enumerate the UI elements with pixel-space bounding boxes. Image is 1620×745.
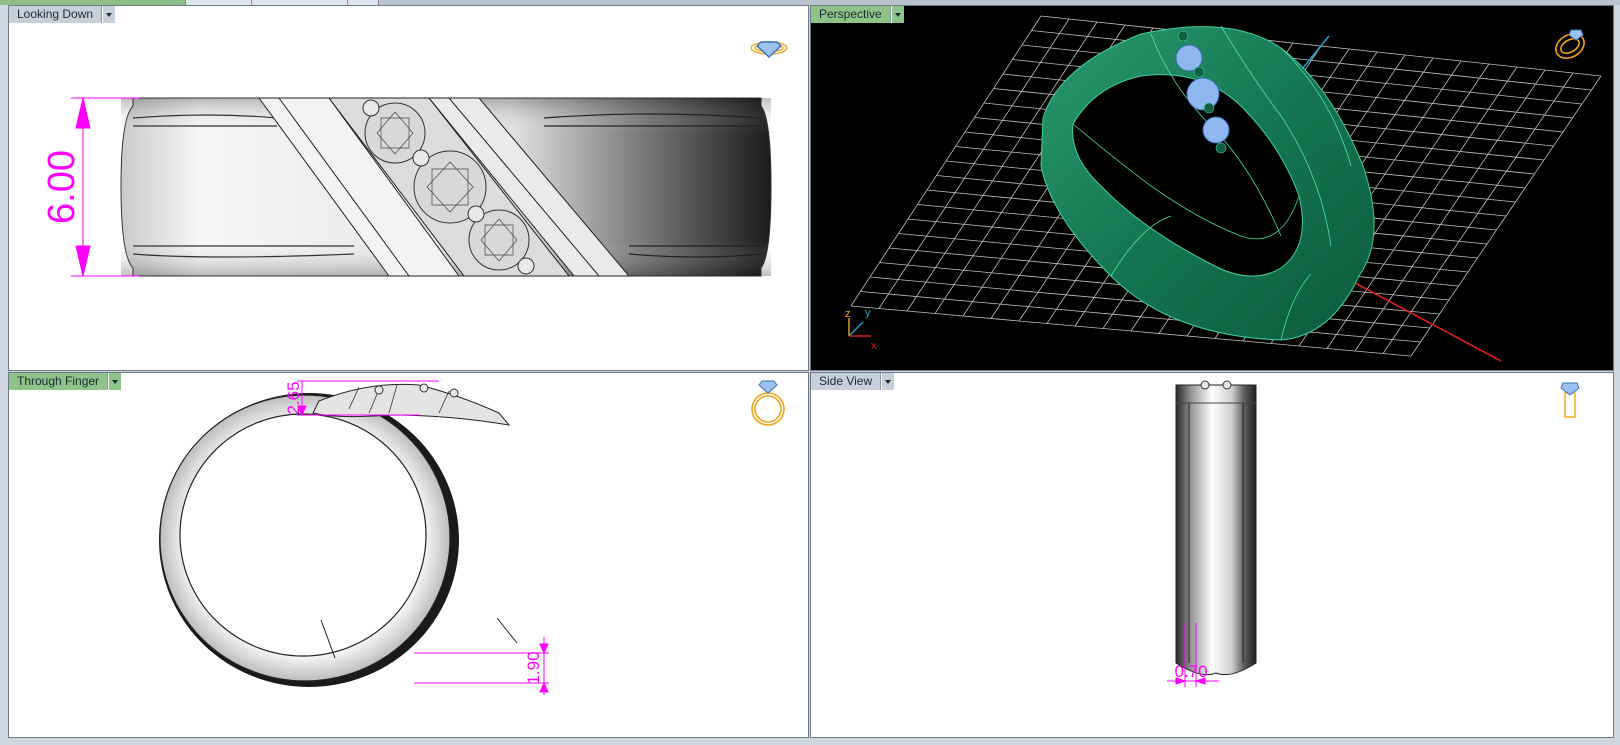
- viewport-menu-dropdown[interactable]: [108, 373, 122, 390]
- viewport-label-looking-down[interactable]: Looking Down: [9, 6, 116, 23]
- grid-line: [1354, 69, 1546, 352]
- ring-side-view-icon[interactable]: [1560, 382, 1580, 418]
- viewport-label-perspective[interactable]: Perspective: [811, 6, 904, 23]
- viewport-title: Looking Down: [9, 6, 103, 23]
- viewport-title: Through Finger: [9, 373, 109, 390]
- viewport-side-view[interactable]: Side View 0.70: [810, 372, 1614, 738]
- viewport-looking-down[interactable]: Looking Down 6.00: [8, 5, 809, 371]
- viewport-title: Side View: [811, 373, 882, 390]
- viewport-perspective[interactable]: Perspective z y x: [810, 5, 1614, 371]
- viewport-title: Perspective: [811, 6, 891, 23]
- viewport-label-through-finger[interactable]: Through Finger: [9, 373, 122, 390]
- dimension-width-value: 6.00: [41, 150, 83, 224]
- axis-y-label: y: [865, 307, 871, 319]
- grid-line: [1382, 72, 1574, 354]
- grid-line: [1410, 75, 1602, 357]
- axis-x-label: x: [871, 340, 877, 352]
- viewport-label-side-view[interactable]: Side View: [811, 373, 895, 390]
- axis-gizmo: z y x: [845, 307, 877, 352]
- dimension-top-thickness-value: 2.65: [284, 381, 303, 414]
- axis-z-label: z: [845, 308, 851, 320]
- dimension-side-width-value: 0.70: [1174, 662, 1207, 681]
- viewport-through-finger[interactable]: Through Finger 2.65 1.90: [8, 372, 809, 738]
- ring-top-view-icon[interactable]: [750, 41, 788, 58]
- viewport-menu-dropdown[interactable]: [890, 6, 904, 23]
- ring-perspective-icon[interactable]: [1552, 29, 1589, 63]
- ring-front-view-icon[interactable]: [751, 380, 785, 426]
- dimension-bottom-thickness-value: 1.90: [524, 651, 543, 684]
- viewport-menu-dropdown[interactable]: [881, 373, 895, 390]
- viewport-menu-dropdown[interactable]: [102, 6, 116, 23]
